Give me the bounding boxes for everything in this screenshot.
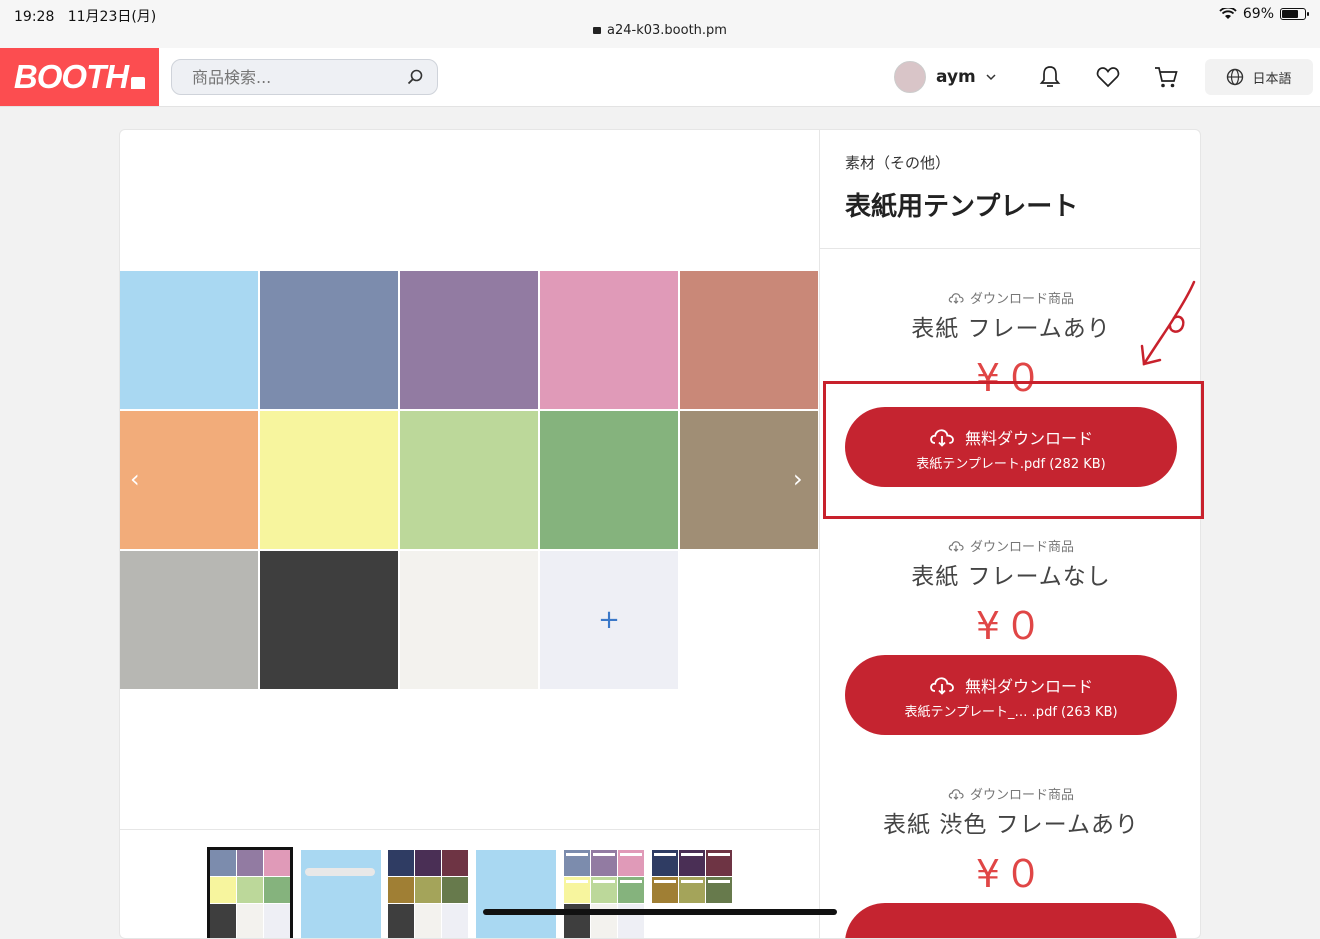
avatar <box>894 61 926 93</box>
booth-logo[interactable]: BOOTH <box>0 48 159 106</box>
thumbnail-1[interactable] <box>207 847 293 938</box>
status-indicators: 69% <box>1219 6 1309 22</box>
home-indicator[interactable] <box>483 909 837 915</box>
thumbnail-5[interactable] <box>564 850 644 938</box>
swatch-black <box>260 551 398 689</box>
free-download-button[interactable]: 無料ダウンロード 表紙テンプレート_… .pdf (263 KB) <box>845 655 1177 735</box>
swatch-yellow <box>260 411 398 549</box>
search-icon[interactable] <box>407 69 423 85</box>
download-tag-label: ダウンロード商品 <box>969 292 1074 307</box>
variant-price: ¥０ <box>975 604 1047 648</box>
heart-icon[interactable] <box>1095 64 1121 90</box>
swatch-terracotta <box>680 271 818 409</box>
cat-logo-icon <box>131 77 146 89</box>
next-image-button[interactable]: › <box>793 465 803 493</box>
annotation-highlight-box <box>823 381 1204 519</box>
product-info: 素材（その他） 表紙用テンプレート ダウンロード商品 表紙 フレームあり ¥０ … <box>819 130 1200 938</box>
thumbnail-strip <box>120 829 819 938</box>
wifi-icon <box>1219 8 1237 19</box>
thumbnail-3[interactable] <box>388 850 468 938</box>
variant-2: ダウンロード商品 表紙 フレームなし ¥０ <box>820 536 1200 650</box>
site-header: BOOTH aym 日本語 <box>0 48 1320 107</box>
swatch-gray <box>120 551 258 689</box>
thumbnail-6[interactable] <box>652 850 732 938</box>
cloud-download-icon <box>948 788 964 800</box>
thumbnail-2[interactable] <box>301 850 381 938</box>
divider <box>820 248 1200 249</box>
swatch-green <box>540 411 678 549</box>
download-tag-label: ダウンロード商品 <box>969 788 1074 803</box>
thumbnail-4[interactable] <box>476 850 556 938</box>
variant-name: 表紙 フレームなし <box>911 564 1111 590</box>
cart-icon[interactable] <box>1153 64 1179 90</box>
prev-image-button[interactable]: ‹ <box>130 465 140 493</box>
swatch-light-green <box>400 411 538 549</box>
swatch-slate-blue <box>260 271 398 409</box>
download-tag-label: ダウンロード商品 <box>969 540 1074 555</box>
image-gallery: + ‹ › <box>120 130 819 938</box>
product-category[interactable]: 素材（その他） <box>845 152 950 173</box>
plus-icon: + <box>540 551 678 689</box>
ios-status-bar: 19:28 11月23日(月) a24-k03.booth.pm 69% <box>0 0 1320 48</box>
variant-name: 表紙 渋色 フレームあり <box>883 812 1139 838</box>
battery-icon <box>1280 8 1309 20</box>
product-title: 表紙用テンプレート <box>845 192 1079 222</box>
download-button-label: 無料ダウンロード <box>964 677 1093 696</box>
username: aym <box>936 67 976 87</box>
user-menu[interactable]: aym <box>894 61 996 93</box>
variant-3: ダウンロード商品 表紙 渋色 フレームあり ¥０ <box>820 784 1200 898</box>
cloud-download-icon <box>930 677 954 695</box>
logo-text: BOOTH <box>13 58 129 95</box>
language-selector[interactable]: 日本語 <box>1205 59 1313 95</box>
language-label: 日本語 <box>1252 71 1292 87</box>
free-download-button[interactable] <box>845 903 1177 938</box>
bell-icon[interactable] <box>1037 64 1063 90</box>
lock-icon <box>593 27 602 34</box>
chevron-down-icon <box>986 74 996 81</box>
file-name: 表紙テンプレート_… .pdf (263 KB) <box>904 705 1118 720</box>
swatch-purple <box>400 271 538 409</box>
url-text: a24-k03.booth.pm <box>607 23 727 38</box>
download-tag: ダウンロード商品 <box>820 784 1200 803</box>
cloud-download-icon <box>948 292 964 304</box>
globe-icon <box>1227 68 1244 86</box>
swatch-light-blue <box>120 271 258 409</box>
swatch-orange <box>120 411 258 549</box>
variant-price: ¥０ <box>975 852 1047 896</box>
swatch-pink <box>540 271 678 409</box>
cloud-download-icon <box>948 540 964 552</box>
download-tag: ダウンロード商品 <box>820 536 1200 555</box>
search-input[interactable] <box>190 67 394 88</box>
address-bar[interactable]: a24-k03.booth.pm <box>0 23 1320 38</box>
annotation-arrow-icon <box>1140 280 1196 366</box>
swatch-white <box>400 551 538 689</box>
product-card: + ‹ › 素材（その他） 表紙用テンプレート ダウンロード商品 表紙 フレーム… <box>119 129 1201 939</box>
battery-percent: 69% <box>1242 6 1274 22</box>
search-box[interactable] <box>171 59 438 95</box>
